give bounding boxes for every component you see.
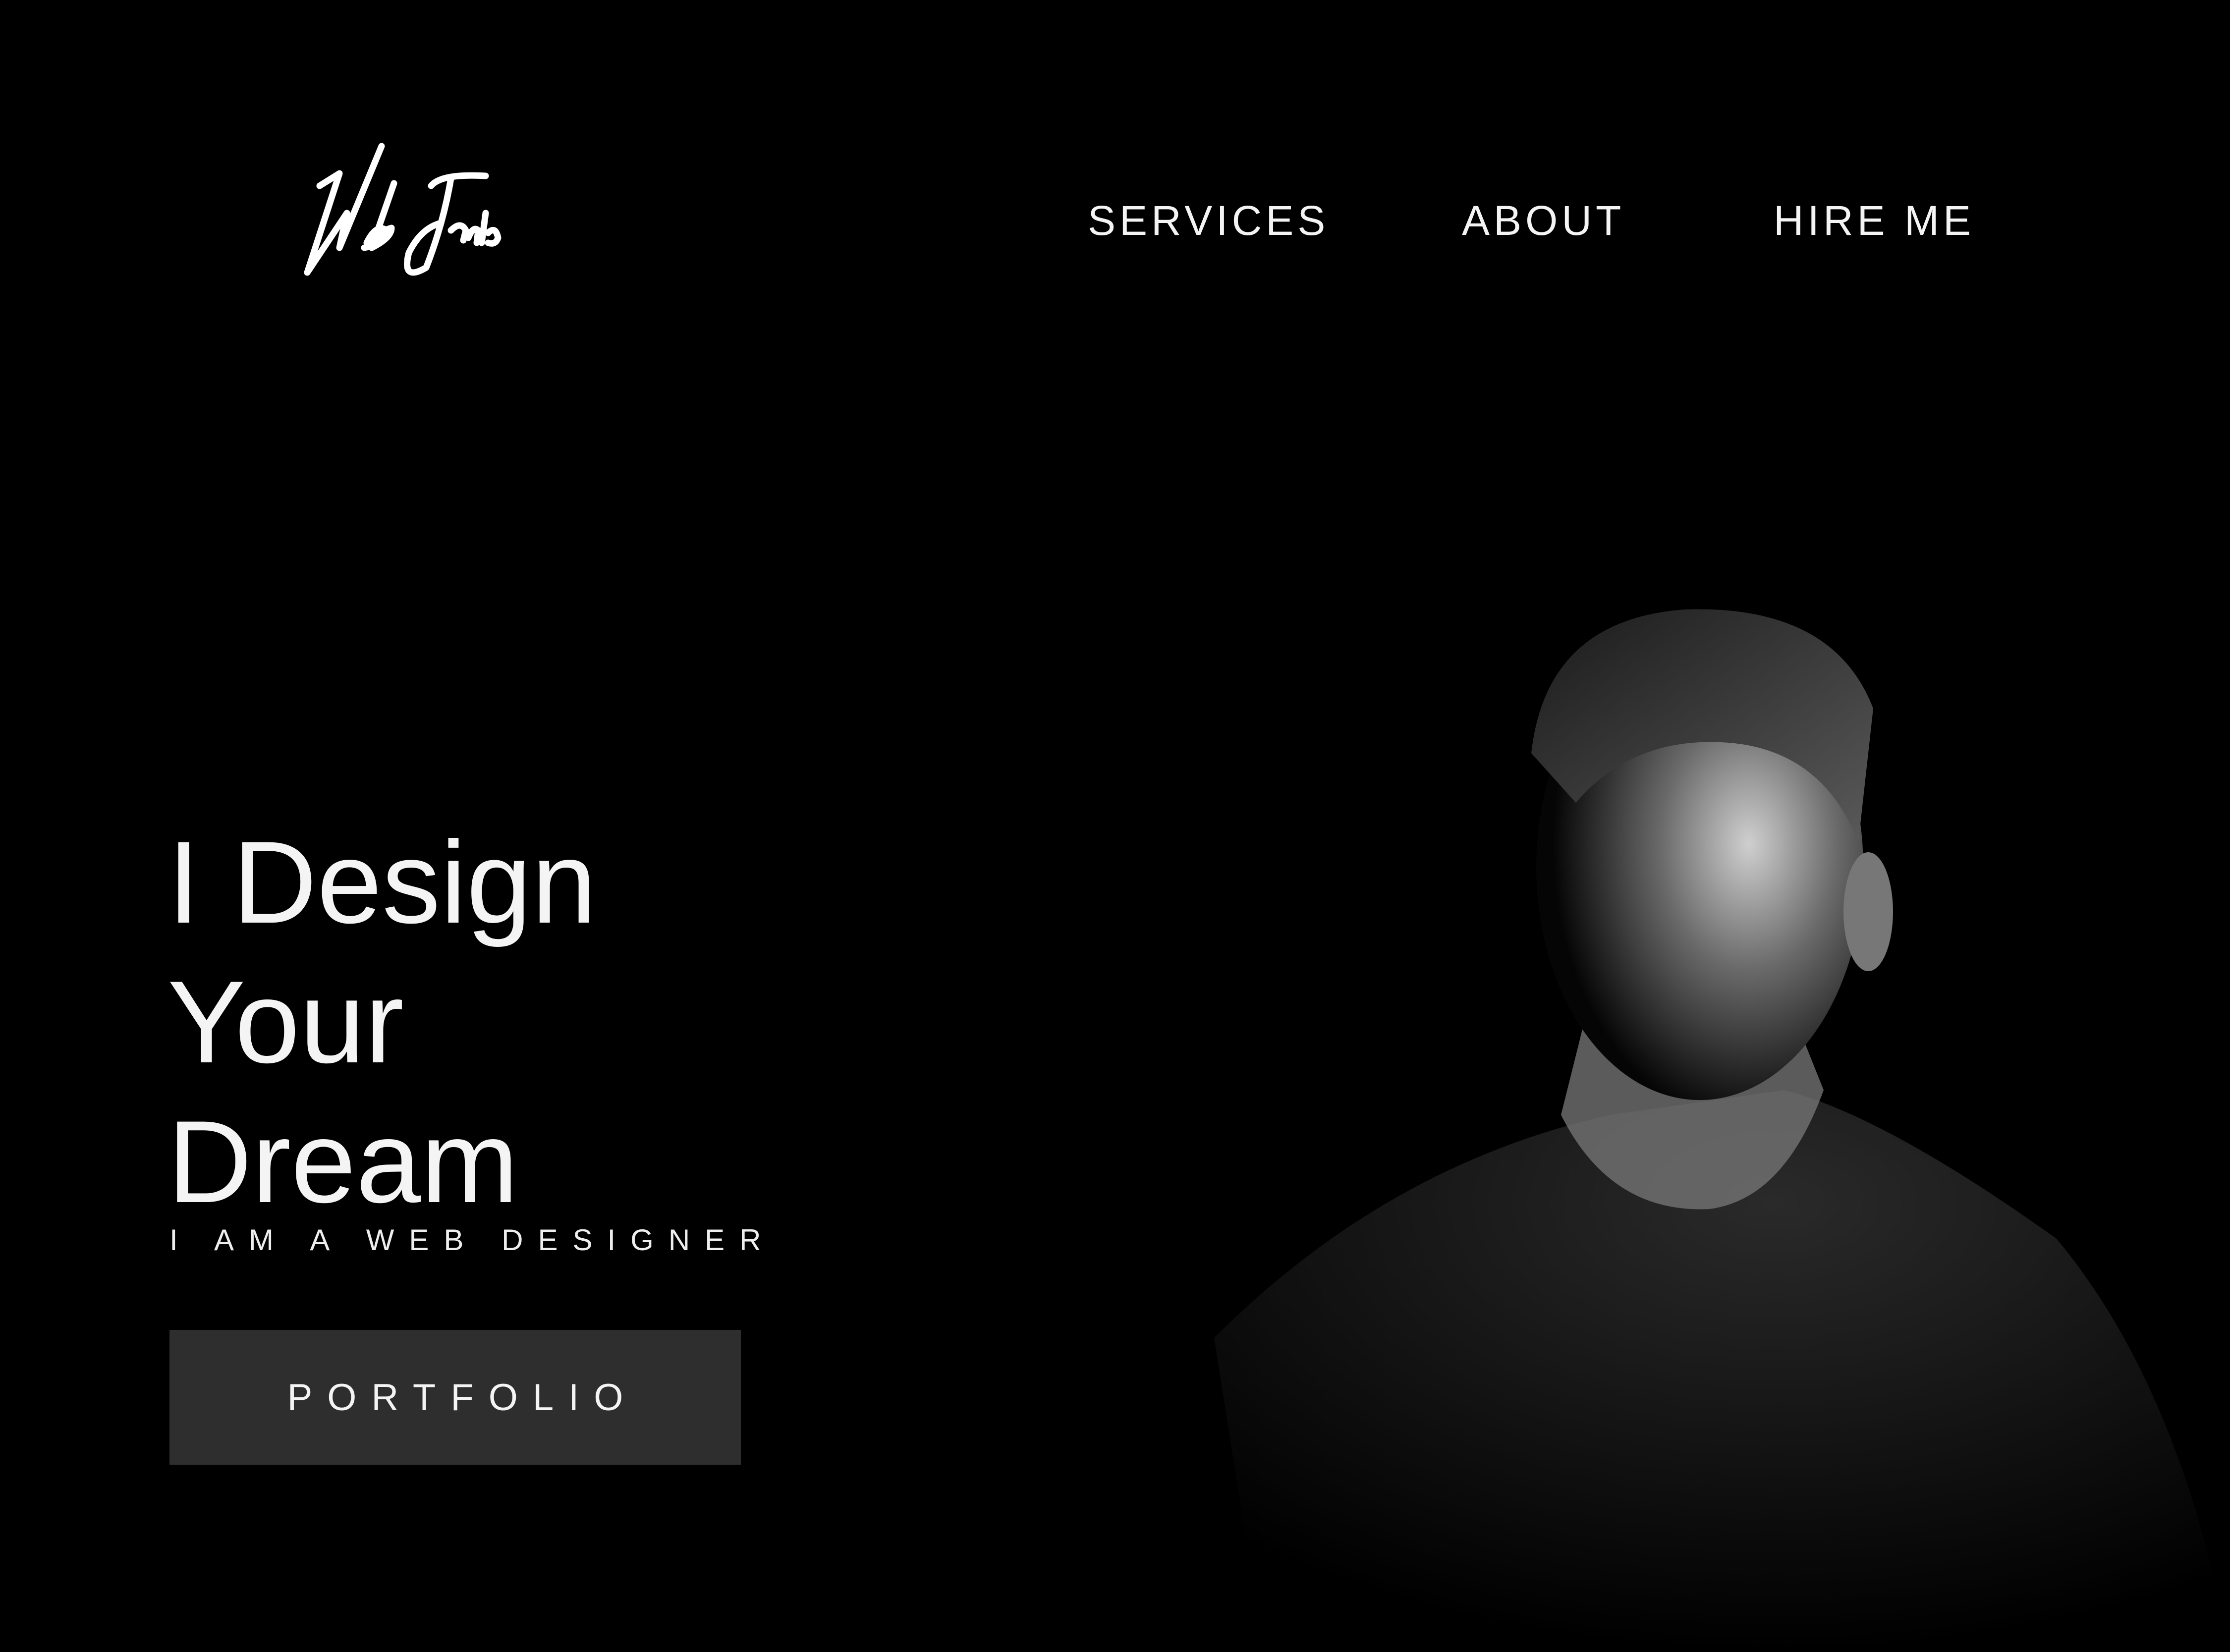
nav-hire-me[interactable]: HIRE ME xyxy=(1774,193,1975,248)
main-nav: SERVICES ABOUT HIRE ME xyxy=(0,193,2230,248)
hero-title-line: Your xyxy=(167,957,404,1088)
portfolio-button[interactable]: PORTFOLIO xyxy=(169,1330,741,1465)
hero-title-line: Dream xyxy=(167,1097,519,1227)
hero-title-line: I Design xyxy=(167,817,597,948)
hero-subtitle: I AM A WEB DESIGNER xyxy=(169,1223,776,1257)
portrait-photo xyxy=(1214,609,2230,1652)
nav-services[interactable]: SERVICES xyxy=(1088,193,1329,248)
nav-about[interactable]: ABOUT xyxy=(1462,193,1625,248)
hero-title: I Design Your Dream xyxy=(167,813,597,1232)
